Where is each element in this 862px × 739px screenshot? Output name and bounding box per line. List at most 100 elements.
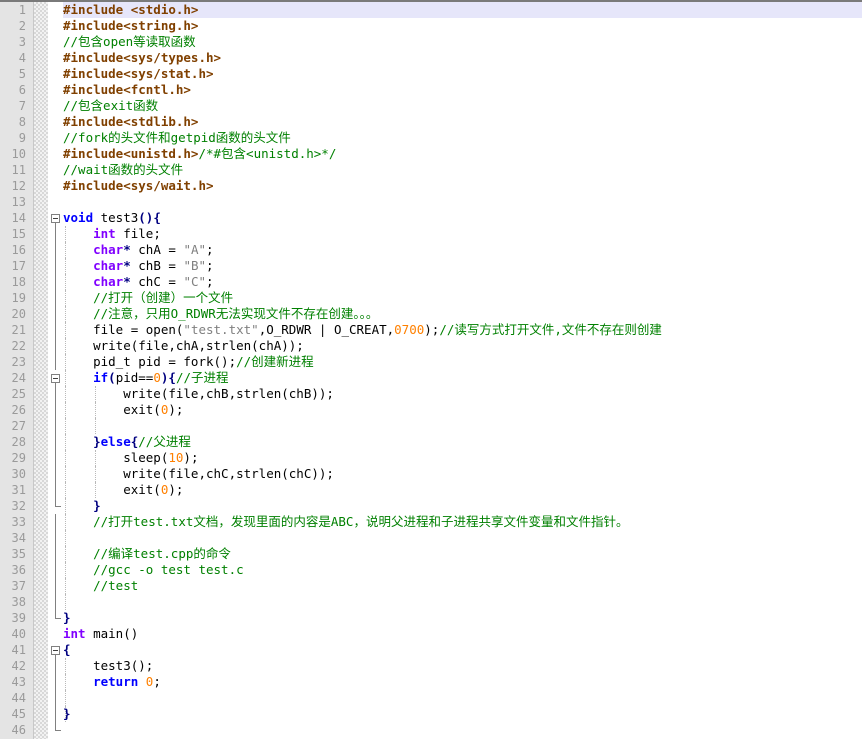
code-line[interactable]: 40 int main()	[0, 626, 862, 642]
code-line[interactable]: 39}	[0, 610, 862, 626]
code-line[interactable]: 38	[0, 594, 862, 610]
code-line[interactable]: 43 return 0;	[0, 674, 862, 690]
code-line[interactable]: 12 #include<sys/wait.h>	[0, 178, 862, 194]
line-number: 45	[11, 707, 26, 721]
code-line[interactable]: 44	[0, 690, 862, 706]
code-text[interactable]: write(file,chC,strlen(chC));	[63, 466, 334, 482]
code-line[interactable]: 9 //fork的头文件和getpid函数的头文件	[0, 130, 862, 146]
code-text[interactable]: //打开（创建）一个文件	[63, 290, 233, 306]
code-line[interactable]: 13	[0, 194, 862, 210]
code-text[interactable]: #include<unistd.h>/*#包含<unistd.h>*/	[63, 146, 336, 162]
code-text[interactable]: //gcc -o test test.c	[63, 562, 244, 578]
line-number: 2	[18, 19, 26, 33]
code-line[interactable]: 18 char* chC = "C";	[0, 274, 862, 290]
code-line[interactable]: 41 {	[0, 642, 862, 658]
code-text[interactable]: write(file,chA,strlen(chA));	[63, 338, 304, 354]
code-line[interactable]: 29 sleep(10);	[0, 450, 862, 466]
code-text[interactable]: //包含exit函数	[63, 98, 158, 114]
code-line[interactable]: 15 int file;	[0, 226, 862, 242]
code-line[interactable]: 26 exit(0);	[0, 402, 862, 418]
code-text[interactable]: #include<stdlib.h>	[63, 114, 198, 130]
code-text[interactable]: #include<string.h>	[63, 18, 198, 34]
fold-collapse-icon[interactable]	[48, 210, 63, 226]
code-line[interactable]: 27	[0, 418, 862, 434]
code-line[interactable]: 14 void test3(){	[0, 210, 862, 226]
code-text[interactable]: exit(0);	[63, 482, 183, 498]
code-text[interactable]: //包含open等读取函数	[63, 34, 196, 50]
code-line[interactable]: 8 #include<stdlib.h>	[0, 114, 862, 130]
code-line[interactable]: 33 //打开test.txt文档，发现里面的内容是ABC，说明父进程和子进程共…	[0, 514, 862, 530]
token-cmt: //子进程	[175, 370, 229, 385]
line-number: 41	[11, 643, 26, 657]
code-text[interactable]: char* chA = "A";	[63, 242, 213, 258]
code-line[interactable]: 19 //打开（创建）一个文件	[0, 290, 862, 306]
code-line[interactable]: 46	[0, 722, 862, 738]
code-line[interactable]: 31 exit(0);	[0, 482, 862, 498]
code-line[interactable]: 36 //gcc -o test test.c	[0, 562, 862, 578]
line-number: 39	[11, 611, 26, 625]
code-line[interactable]: 5 #include<sys/stat.h>	[0, 66, 862, 82]
code-line[interactable]: 17 char* chB = "B";	[0, 258, 862, 274]
code-text[interactable]: pid_t pid = fork();//创建新进程	[63, 354, 314, 370]
code-line[interactable]: 3 //包含open等读取函数	[0, 34, 862, 50]
fold-collapse-icon[interactable]	[48, 642, 63, 658]
code-line[interactable]: 2 #include<string.h>	[0, 18, 862, 34]
code-text[interactable]: file = open("test.txt",O_RDWR | O_CREAT,…	[63, 322, 662, 338]
code-text[interactable]: int file;	[63, 226, 161, 242]
fold-marker	[48, 706, 63, 722]
code-text[interactable]: //编译test.cpp的命令	[63, 546, 231, 562]
code-line[interactable]: 37 //test	[0, 578, 862, 594]
code-text[interactable]: {	[63, 642, 71, 658]
code-text[interactable]: #include<sys/types.h>	[63, 50, 221, 66]
code-line[interactable]: 22 write(file,chA,strlen(chA));	[0, 338, 862, 354]
line-number: 5	[18, 67, 26, 81]
code-text[interactable]: //test	[63, 578, 138, 594]
code-text[interactable]: }else{//父进程	[63, 434, 191, 450]
code-line[interactable]: 10 #include<unistd.h>/*#包含<unistd.h>*/	[0, 146, 862, 162]
code-text[interactable]: #include<sys/stat.h>	[63, 66, 214, 82]
code-line[interactable]: 42 test3();	[0, 658, 862, 674]
fold-collapse-icon[interactable]	[48, 370, 63, 386]
code-text[interactable]: char* chC = "C";	[63, 274, 213, 290]
code-text[interactable]: return 0;	[63, 674, 161, 690]
code-line[interactable]: 6 #include<fcntl.h>	[0, 82, 862, 98]
code-text[interactable]: }	[63, 498, 101, 514]
code-text[interactable]: write(file,chB,strlen(chB));	[63, 386, 334, 402]
code-line[interactable]: 34	[0, 530, 862, 546]
code-line[interactable]: 23 pid_t pid = fork();//创建新进程	[0, 354, 862, 370]
code-line[interactable]: 24 if(pid==0){//子进程	[0, 370, 862, 386]
code-text[interactable]: #include<fcntl.h>	[63, 82, 191, 98]
code-line[interactable]: 32 }	[0, 498, 862, 514]
code-text[interactable]: int main()	[63, 626, 138, 642]
code-text[interactable]: //wait函数的头文件	[63, 162, 183, 178]
code-text[interactable]: }	[63, 706, 71, 722]
code-line[interactable]: 30 write(file,chC,strlen(chC));	[0, 466, 862, 482]
code-line[interactable]: 11 //wait函数的头文件	[0, 162, 862, 178]
code-text[interactable]: void test3(){	[63, 210, 161, 226]
code-line[interactable]: 25 write(file,chB,strlen(chB));	[0, 386, 862, 402]
code-line[interactable]: 1 #include <stdio.h>	[0, 2, 862, 18]
code-line[interactable]: 16 char* chA = "A";	[0, 242, 862, 258]
code-text[interactable]: //fork的头文件和getpid函数的头文件	[63, 130, 291, 146]
code-text[interactable]: sleep(10);	[63, 450, 198, 466]
line-number: 32	[11, 499, 26, 513]
code-line[interactable]: 45}	[0, 706, 862, 722]
code-line[interactable]: 28 }else{//父进程	[0, 434, 862, 450]
code-text[interactable]: if(pid==0){//子进程	[63, 370, 229, 386]
code-text[interactable]: }	[63, 610, 71, 626]
code-line[interactable]: 7 //包含exit函数	[0, 98, 862, 114]
code-text[interactable]: //打开test.txt文档，发现里面的内容是ABC，说明父进程和子进程共享文件…	[63, 514, 628, 530]
code-text[interactable]: exit(0);	[63, 402, 183, 418]
code-line[interactable]: 21 file = open("test.txt",O_RDWR | O_CRE…	[0, 322, 862, 338]
code-editor[interactable]: 1 #include <stdio.h> 2 #include<string.h> 3 /…	[0, 0, 862, 739]
code-line[interactable]: 20 //注意，只用O_RDWR无法实现文件不存在创建。。。	[0, 306, 862, 322]
line-number: 24	[11, 371, 26, 385]
code-text[interactable]: #include<sys/wait.h>	[63, 178, 214, 194]
code-text[interactable]: test3();	[63, 658, 153, 674]
code-line[interactable]: 4 #include<sys/types.h>	[0, 50, 862, 66]
code-text[interactable]: char* chB = "B";	[63, 258, 213, 274]
code-text[interactable]: //注意，只用O_RDWR无法实现文件不存在创建。。。	[63, 306, 378, 322]
code-line[interactable]: 35 //编译test.cpp的命令	[0, 546, 862, 562]
code-text[interactable]: #include <stdio.h>	[63, 2, 198, 18]
